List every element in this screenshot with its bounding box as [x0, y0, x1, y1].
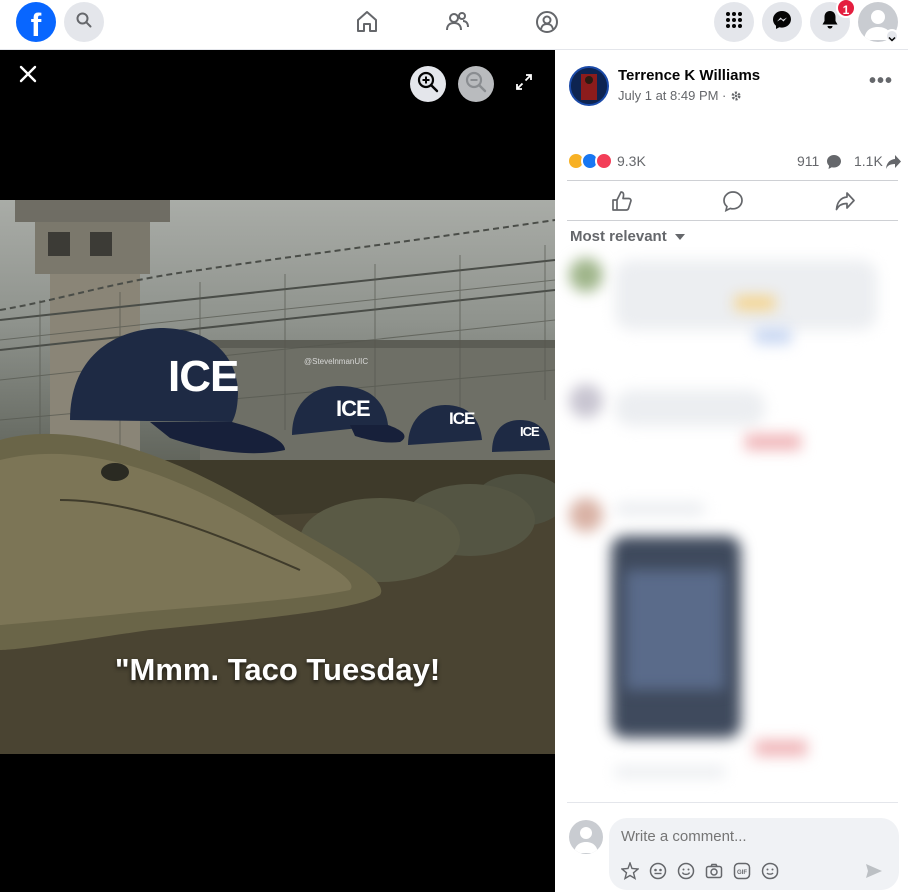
- camera-icon[interactable]: [705, 862, 723, 880]
- post-time-text: July 1 at 8:49 PM ·: [618, 88, 727, 103]
- photo-caption: "Mmm. Taco Tuesday!: [114, 652, 441, 687]
- caret-down-icon: [674, 227, 685, 244]
- comment-bubble: [615, 390, 765, 426]
- reaction-count: 9.3K: [617, 153, 646, 169]
- avatar-icon[interactable]: [649, 862, 667, 880]
- composer-avatar[interactable]: [569, 820, 603, 854]
- comment-image-detail: [625, 570, 725, 690]
- fullscreen-button[interactable]: [506, 66, 542, 102]
- top-navigation-bar: f 1: [0, 0, 908, 50]
- sticker-icon[interactable]: [761, 862, 779, 880]
- home-icon[interactable]: [353, 8, 381, 36]
- gear-icon: [730, 90, 742, 105]
- divider: [567, 220, 898, 221]
- facebook-logo[interactable]: f: [16, 2, 56, 42]
- comment-reactions: [755, 740, 807, 756]
- cap-label-tiny: ICE: [520, 424, 540, 439]
- like-button[interactable]: [611, 190, 635, 214]
- svg-text:GIF: GIF: [737, 870, 747, 876]
- like-icon: [611, 191, 633, 216]
- cap-label-medium: ICE: [336, 396, 371, 421]
- cap-label-large: ICE: [168, 352, 239, 401]
- notification-badge: 1: [836, 0, 856, 18]
- divider: [567, 802, 898, 803]
- cap-label-small: ICE: [449, 409, 475, 428]
- divider: [567, 180, 898, 181]
- photo-viewer: ICE ICE ICE ICE @StevelnmanUIC "Mmm. Tac…: [0, 50, 555, 892]
- chevron-down-icon[interactable]: [885, 29, 899, 43]
- send-icon[interactable]: [865, 862, 883, 880]
- search-button[interactable]: [64, 2, 104, 42]
- comment-meta: [615, 766, 725, 778]
- comment-input[interactable]: [621, 828, 881, 845]
- comment-reactions: [745, 434, 801, 450]
- menu-button[interactable]: [714, 2, 754, 42]
- sort-label: Most relevant: [570, 228, 667, 245]
- comment-reactions: [755, 328, 791, 344]
- friends-icon[interactable]: [443, 8, 471, 36]
- comment-avatar: [569, 258, 603, 292]
- zoom-out-button[interactable]: [458, 66, 494, 102]
- comment-avatar: [569, 498, 603, 532]
- share-icon: [834, 192, 856, 216]
- comment-button[interactable]: [722, 190, 746, 214]
- messenger-button[interactable]: [762, 2, 802, 42]
- comment-avatar: [569, 384, 603, 418]
- search-icon: [76, 12, 92, 33]
- share-count-icon: [885, 154, 902, 173]
- gif-icon[interactable]: GIF: [733, 862, 751, 880]
- comment-reactions: [735, 296, 775, 310]
- messenger-icon: [772, 10, 792, 35]
- comment-count-icon: [826, 154, 842, 173]
- author-avatar[interactable]: [569, 66, 609, 106]
- comment-sort-dropdown[interactable]: Most relevant: [570, 227, 685, 245]
- comment-bubble: [615, 260, 877, 330]
- zoom-in-button[interactable]: [410, 66, 446, 102]
- comment-bubble: [615, 502, 705, 516]
- groups-icon[interactable]: [533, 8, 561, 36]
- reactions-summary[interactable]: 9.3K 911 1.1K: [567, 151, 902, 173]
- share-count[interactable]: 1.1K: [854, 153, 883, 169]
- share-button[interactable]: [834, 190, 858, 214]
- close-icon[interactable]: [16, 62, 40, 86]
- menu-grid-icon: [725, 11, 743, 34]
- photo-watermark: @StevelnmanUIC: [304, 357, 369, 366]
- bell-icon: [821, 10, 839, 35]
- comment-icon: [722, 191, 744, 216]
- comment-count[interactable]: 911: [797, 153, 819, 169]
- post-details-panel: Terrence K Williams July 1 at 8:49 PM · …: [555, 50, 908, 892]
- emoji-icon[interactable]: [677, 862, 695, 880]
- post-photo[interactable]: ICE ICE ICE ICE @StevelnmanUIC "Mmm. Tac…: [0, 200, 555, 754]
- post-timestamp[interactable]: July 1 at 8:49 PM ·: [618, 88, 742, 105]
- comment-composer: GIF: [609, 818, 899, 890]
- love-reaction-icon: [595, 152, 613, 170]
- expand-icon: [515, 73, 533, 96]
- avatar-sticker-icon[interactable]: [620, 860, 640, 880]
- zoom-out-icon: [465, 71, 487, 98]
- post-author-name[interactable]: Terrence K Williams: [618, 67, 760, 84]
- more-options-icon[interactable]: •••: [869, 70, 893, 93]
- zoom-in-icon: [417, 71, 439, 98]
